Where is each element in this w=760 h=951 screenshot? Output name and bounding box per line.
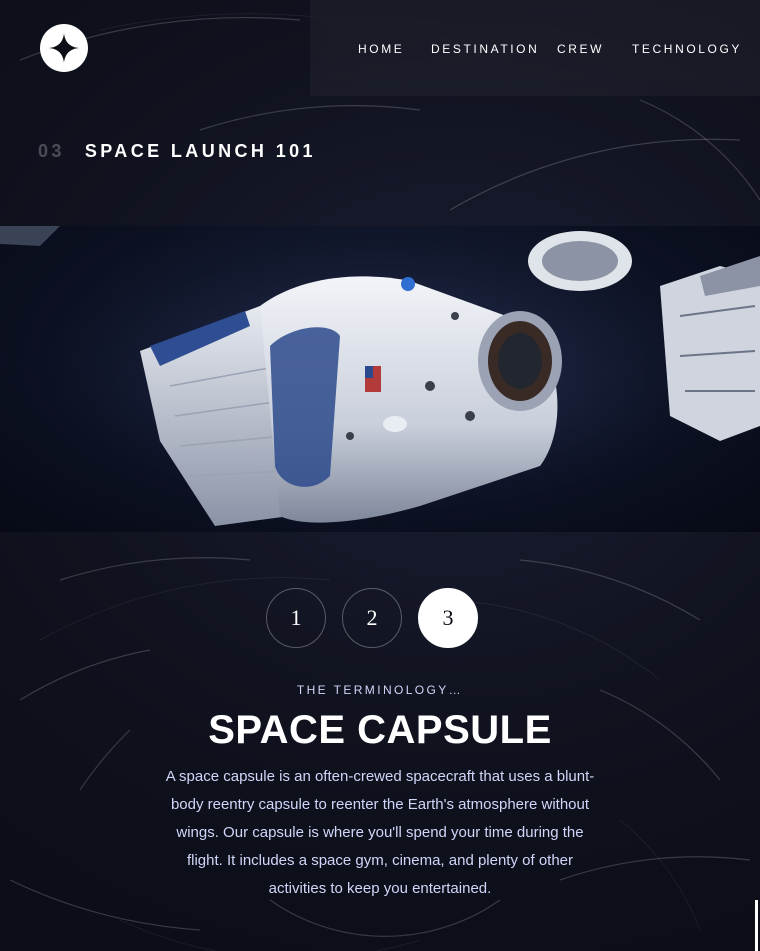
terminology-label: THE TERMINOLOGY…	[296, 683, 464, 697]
nav-destination[interactable]: DESTINATION	[431, 42, 539, 56]
technology-image	[0, 226, 760, 532]
pager-button-2[interactable]: 2	[342, 588, 402, 648]
scrollbar[interactable]	[755, 900, 758, 951]
page-number: 03	[38, 141, 65, 161]
technology-description: A space capsule is an often-crewed space…	[165, 768, 595, 897]
nav-home[interactable]: HOME	[358, 42, 404, 56]
pager-button-3[interactable]: 3	[418, 588, 478, 648]
nav-crew[interactable]: CREW	[557, 42, 604, 56]
space-capsule-icon	[0, 226, 760, 532]
pager-button-1[interactable]: 1	[266, 588, 326, 648]
page-title-text: SPACE LAUNCH 101	[84, 141, 316, 161]
main-nav: HOME DESTINATION CREW TECHNOLOGY	[310, 0, 760, 96]
page-title: 03 SPACE LAUNCH 101	[38, 141, 316, 162]
four-point-star-icon	[49, 33, 79, 63]
nav-technology[interactable]: TECHNOLOGY	[632, 42, 742, 56]
logo[interactable]	[40, 24, 88, 72]
technology-heading: SPACE CAPSULE	[208, 708, 552, 752]
